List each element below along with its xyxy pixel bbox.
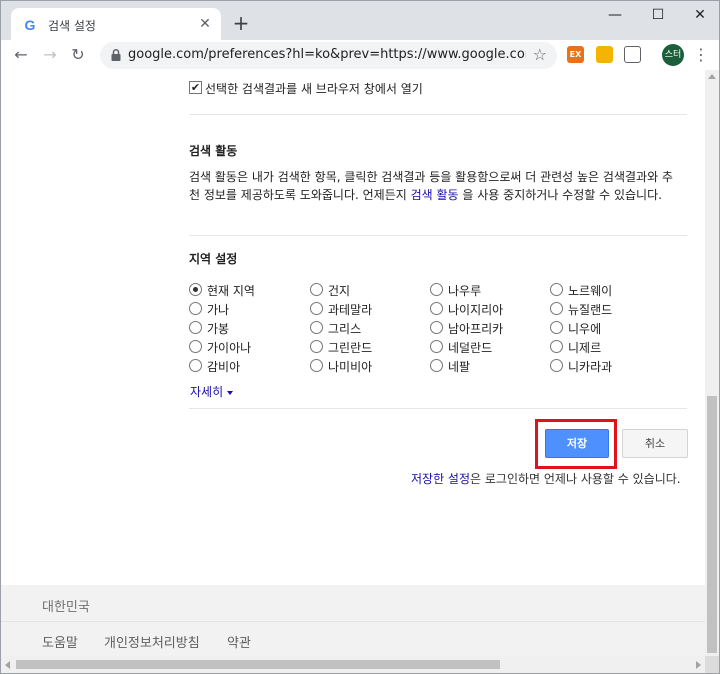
page-viewport: ✔ 선택한 검색결과를 새 브라우저 창에서 열기 검색 활동 검색 활동은 내… xyxy=(0,70,705,656)
caret-down-icon xyxy=(227,390,234,395)
radio-button[interactable] xyxy=(430,302,443,315)
lock-icon xyxy=(111,48,121,61)
radio-button[interactable] xyxy=(189,340,202,353)
address-bar[interactable]: google.com/preferences?hl=ko&prev=https:… xyxy=(100,42,557,69)
radio-button[interactable] xyxy=(310,340,323,353)
radio-button[interactable] xyxy=(430,359,443,372)
tab-title: 검색 설정 xyxy=(48,19,96,33)
extension-ex-icon[interactable]: EX xyxy=(567,46,584,63)
vertical-scrollbar[interactable] xyxy=(705,70,720,656)
forward-arrow-icon[interactable]: → xyxy=(38,43,62,67)
page-footer: 대한민국 도움말 개인정보처리방침 약관 xyxy=(1,585,705,656)
section-divider xyxy=(189,114,687,115)
avatar[interactable]: 스터 xyxy=(662,44,684,66)
radio-button[interactable] xyxy=(310,302,323,315)
scroll-up-icon[interactable] xyxy=(708,74,716,79)
cast-icon[interactable] xyxy=(624,46,641,63)
new-tab-button[interactable]: + xyxy=(230,13,252,35)
back-arrow-icon[interactable]: ← xyxy=(9,43,33,67)
minimize-icon[interactable]: — xyxy=(595,3,635,27)
region-more-link[interactable]: 자세히 xyxy=(190,383,234,400)
scroll-right-icon[interactable] xyxy=(696,661,701,669)
reload-icon[interactable]: ↻ xyxy=(66,43,90,67)
kebab-menu-icon[interactable]: ⋮ xyxy=(693,44,709,66)
radio-button[interactable] xyxy=(550,321,563,334)
radio-button[interactable] xyxy=(550,302,563,315)
footer-terms-link[interactable]: 약관 xyxy=(227,632,251,651)
footer-country: 대한민국 xyxy=(42,600,90,615)
scroll-left-icon[interactable] xyxy=(5,661,10,669)
new-window-checkbox[interactable]: ✔ xyxy=(189,81,202,94)
search-activity-link[interactable]: 검색 활동 xyxy=(411,188,459,202)
radio-button[interactable] xyxy=(550,283,563,296)
radio-button[interactable] xyxy=(550,359,563,372)
radio-button[interactable] xyxy=(430,340,443,353)
radio-button[interactable] xyxy=(189,359,202,372)
save-button[interactable]: 저장 xyxy=(545,429,609,458)
footer-help-link[interactable]: 도움말 xyxy=(42,632,78,651)
new-window-label: 선택한 검색결과를 새 브라우저 창에서 열기 xyxy=(205,82,423,96)
radio-button[interactable] xyxy=(189,302,202,315)
tab-close-icon[interactable]: ✕ xyxy=(197,16,213,32)
cancel-button[interactable]: 취소 xyxy=(622,429,688,458)
footer-privacy-link[interactable]: 개인정보처리방침 xyxy=(104,632,200,651)
search-activity-title: 검색 활동 xyxy=(189,144,238,158)
google-favicon-icon: G xyxy=(24,17,36,33)
horizontal-scroll-thumb[interactable] xyxy=(16,660,500,669)
footer-divider xyxy=(1,621,705,622)
search-activity-description: 검색 활동은 내가 검색한 항목, 클릭한 검색결과 등을 활용함으로써 더 관… xyxy=(189,170,673,202)
horizontal-scrollbar[interactable] xyxy=(0,656,705,674)
radio-button[interactable] xyxy=(430,283,443,296)
bookmark-star-icon[interactable]: ☆ xyxy=(533,45,547,64)
radio-button[interactable] xyxy=(430,321,443,334)
radio-button[interactable] xyxy=(189,321,202,334)
folder-icon[interactable] xyxy=(596,46,613,63)
section-divider xyxy=(189,408,687,409)
radio-button[interactable] xyxy=(550,340,563,353)
browser-toolbar: ← → ↻ google.com/preferences?hl=ko&prev=… xyxy=(0,40,720,70)
tab-strip: G 검색 설정 ✕ + — ☐ ✕ xyxy=(0,0,720,41)
maximize-icon[interactable]: ☐ xyxy=(638,3,678,27)
browser-tab[interactable]: G 검색 설정 ✕ xyxy=(11,8,221,41)
radio-button[interactable] xyxy=(310,359,323,372)
vertical-scroll-thumb[interactable] xyxy=(707,396,717,653)
saved-settings-link[interactable]: 저장한 설정 xyxy=(411,472,470,486)
radio-button[interactable] xyxy=(310,321,323,334)
radio-button[interactable] xyxy=(189,283,202,296)
saved-settings-note: 저장한 설정은 로그인하면 언제나 사용할 수 있습니다. xyxy=(411,472,681,486)
window-close-icon[interactable]: ✕ xyxy=(680,3,720,27)
radio-button[interactable] xyxy=(310,283,323,296)
section-divider xyxy=(189,235,687,236)
scrollbar-corner xyxy=(705,656,720,674)
url-text: google.com/preferences?hl=ko&prev=https:… xyxy=(128,47,526,62)
region-settings-title: 지역 설정 xyxy=(189,252,238,266)
